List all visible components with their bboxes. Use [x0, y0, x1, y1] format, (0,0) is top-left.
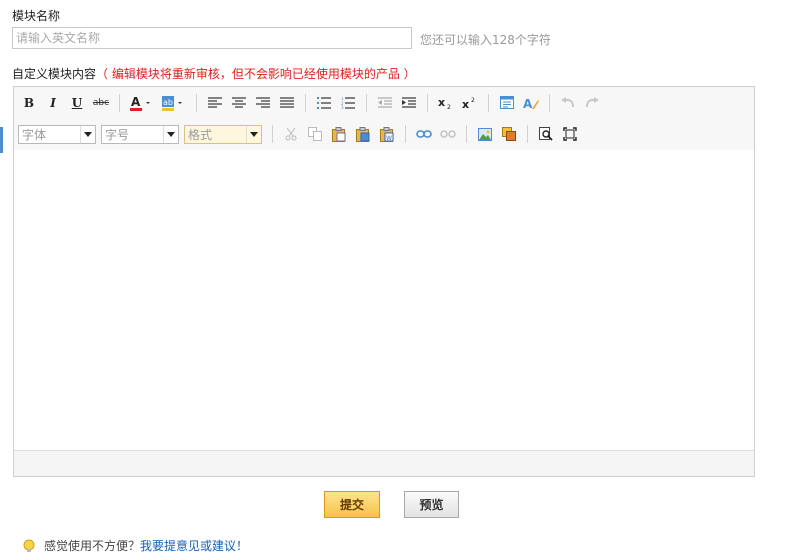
- module-name-input[interactable]: [12, 27, 412, 49]
- module-content-label-text: 自定义模块内容: [12, 67, 97, 81]
- underline-icon[interactable]: U: [66, 92, 88, 114]
- toolbar-separator: [366, 94, 367, 112]
- toolbar-row-2: 字体 字号 格式 W: [18, 123, 583, 145]
- toolbar-row-1: B I U abc A ab 123 x2 x2 A: [18, 92, 605, 114]
- outdent-icon[interactable]: [374, 92, 396, 114]
- svg-text:A: A: [131, 95, 141, 109]
- undo-icon[interactable]: [557, 92, 579, 114]
- indent-icon[interactable]: [398, 92, 420, 114]
- lightbulb-icon: [23, 539, 35, 552]
- unordered-list-icon[interactable]: [313, 92, 335, 114]
- paste-icon[interactable]: [328, 123, 350, 145]
- char-count-hint: 您还可以输入128个字符: [420, 33, 551, 47]
- align-justify-icon[interactable]: [276, 92, 298, 114]
- flash-icon[interactable]: [498, 123, 520, 145]
- italic-label: I: [50, 96, 56, 110]
- source-icon[interactable]: [496, 92, 518, 114]
- bgcolor-glyph: ab: [163, 98, 173, 107]
- font-family-value: 字体: [22, 127, 47, 142]
- unlink-icon[interactable]: [437, 123, 459, 145]
- feedback-tip: 感觉使用不方便？ 我要提意见或建议！: [22, 537, 248, 554]
- preview-button[interactable]: 预览: [404, 491, 459, 518]
- feedback-text: 感觉使用不方便？: [44, 539, 141, 553]
- image-icon[interactable]: [474, 123, 496, 145]
- editor-toolbar: B I U abc A ab 123 x2 x2 A 字体 字号 格式 W: [14, 87, 754, 151]
- ordered-list-icon[interactable]: 123: [337, 92, 359, 114]
- format-select[interactable]: 格式: [184, 124, 262, 144]
- background-color-icon[interactable]: ab: [159, 92, 189, 114]
- left-accent-marker: [0, 127, 3, 153]
- underline-label: U: [71, 96, 83, 110]
- review-warning: （ 编辑模块将重新审核，但不会影响已经使用模块的产品 ）: [96, 67, 416, 81]
- module-content-label: 自定义模块内容（ 编辑模块将重新审核，但不会影响已经使用模块的产品 ）: [12, 65, 416, 82]
- module-name-label: 模块名称: [12, 9, 61, 23]
- feedback-link[interactable]: 我要提意见或建议！: [140, 537, 248, 554]
- svg-text:3: 3: [341, 105, 344, 109]
- svg-text:W: W: [386, 135, 392, 142]
- toolbar-separator: [466, 125, 467, 143]
- superscript-icon[interactable]: x2: [459, 92, 481, 114]
- toolbar-separator: [488, 94, 489, 112]
- link-icon[interactable]: [413, 123, 435, 145]
- copy-icon[interactable]: [304, 123, 326, 145]
- format-value: 格式: [188, 127, 213, 142]
- toolbar-separator: [405, 125, 406, 143]
- bold-label: B: [23, 96, 35, 110]
- editor-status-bar: [14, 450, 754, 476]
- svg-text:2: 2: [447, 104, 451, 110]
- strikethrough-icon[interactable]: abc: [90, 92, 112, 114]
- cut-icon[interactable]: [280, 123, 302, 145]
- paste-text-icon[interactable]: [352, 123, 374, 145]
- font-family-select[interactable]: 字体: [18, 124, 96, 144]
- align-left-icon[interactable]: [204, 92, 226, 114]
- font-size-value: 字号: [105, 127, 130, 142]
- toolbar-separator: [527, 125, 528, 143]
- align-right-icon[interactable]: [252, 92, 274, 114]
- italic-icon[interactable]: I: [42, 92, 64, 114]
- subscript-icon[interactable]: x2: [435, 92, 457, 114]
- strikethrough-label: abc: [92, 98, 110, 108]
- font-size-select[interactable]: 字号: [101, 124, 179, 144]
- svg-text:x: x: [462, 98, 469, 110]
- align-center-icon[interactable]: [228, 92, 250, 114]
- toolbar-separator: [196, 94, 197, 112]
- editor-content-area[interactable]: [14, 150, 754, 452]
- toolbar-separator: [272, 125, 273, 143]
- toolbar-separator: [427, 94, 428, 112]
- redo-icon[interactable]: [581, 92, 603, 114]
- submit-button[interactable]: 提交: [324, 491, 380, 518]
- chevron-down-icon: [80, 125, 95, 143]
- bold-icon[interactable]: B: [18, 92, 40, 114]
- svg-text:A: A: [523, 97, 533, 110]
- toolbar-separator: [549, 94, 550, 112]
- preview-icon[interactable]: [535, 123, 557, 145]
- toolbar-separator: [119, 94, 120, 112]
- chevron-down-icon: [163, 125, 178, 143]
- chevron-down-icon: [246, 125, 261, 143]
- paste-word-icon[interactable]: W: [376, 123, 398, 145]
- maximize-icon[interactable]: [559, 123, 581, 145]
- svg-text:2: 2: [471, 97, 475, 104]
- font-color-icon[interactable]: A: [127, 92, 157, 114]
- remove-format-icon[interactable]: A: [520, 92, 542, 114]
- toolbar-separator: [305, 94, 306, 112]
- svg-text:x: x: [438, 96, 445, 109]
- rich-text-editor: B I U abc A ab 123 x2 x2 A 字体 字号 格式 W: [13, 86, 755, 477]
